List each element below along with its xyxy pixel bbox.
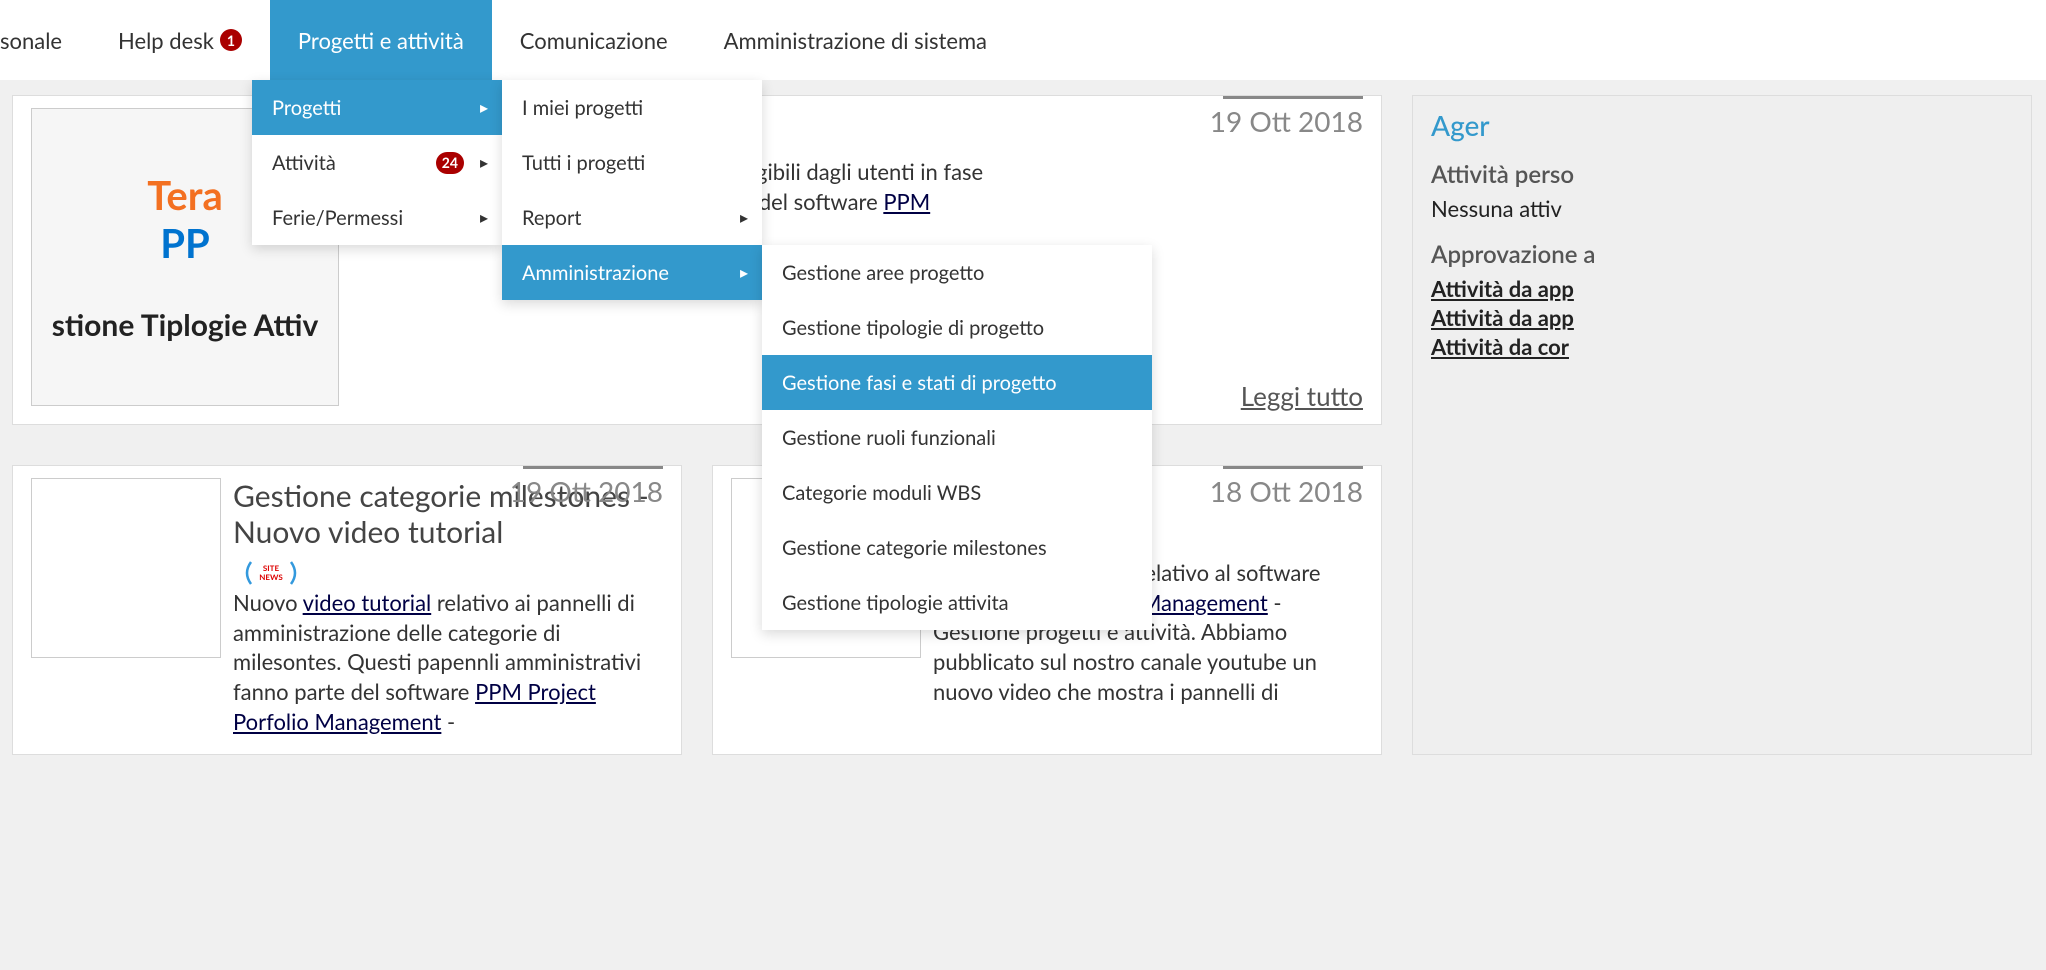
dropdown-level2: I miei progetti Tutti i progetti Report … [502, 80, 762, 300]
nav-item-sysadmin[interactable]: Amministrazione di sistema [696, 0, 1015, 80]
news-card: 19 Ott 2018 Gestione categorie milestone… [12, 465, 682, 755]
menu-projects[interactable]: Progetti [252, 80, 502, 135]
news-date: 19 Ott 2018 [510, 474, 663, 508]
read-more-link[interactable]: Leggi tutto [1241, 380, 1363, 412]
ppm-link[interactable]: PPM [883, 188, 930, 215]
nav-item-helpdesk[interactable]: Help desk 1 [90, 0, 270, 80]
menu-my-projects[interactable]: I miei progetti [502, 80, 762, 135]
sidebar-section-title: Approvazione a [1431, 240, 2013, 269]
news-date: 18 Ott 2018 [1210, 474, 1363, 508]
activities-badge: 24 [436, 152, 464, 174]
menu-label: Report [522, 206, 581, 230]
menu-report[interactable]: Report [502, 190, 762, 245]
nav-item-personal[interactable]: sonale [0, 0, 90, 80]
sidebar-link[interactable]: Attività da app [1431, 275, 2013, 302]
menu-activitytypes[interactable]: Gestione tipologie attivita [762, 575, 1152, 630]
top-nav: sonale Help desk 1 Progetti e attività C… [0, 0, 2046, 80]
menu-types[interactable]: Gestione tipologie di progetto [762, 300, 1152, 355]
menu-areas[interactable]: Gestione aree progetto [762, 245, 1152, 300]
menu-admin[interactable]: Amministrazione [502, 245, 762, 300]
sidebar-link[interactable]: Attività da cor [1431, 333, 2013, 360]
news-thumbnail[interactable] [31, 478, 221, 658]
menu-label: Progetti [272, 96, 341, 120]
video-tutorial-link[interactable]: video tutorial [303, 589, 432, 616]
menu-label: Ferie/Permessi [272, 206, 403, 230]
sidebar-section-title: Attività perso [1431, 160, 2013, 189]
menu-all-projects[interactable]: Tutti i progetti [502, 135, 762, 190]
news-date: 19 Ott 2018 [1210, 104, 1363, 138]
nav-item-comms[interactable]: Comunicazione [492, 0, 696, 80]
nav-item-projects[interactable]: Progetti e attività [270, 0, 492, 80]
svg-text:NEWS: NEWS [259, 572, 283, 582]
nav-item-label: Help desk [118, 27, 214, 54]
menu-wbs[interactable]: Categorie moduli WBS [762, 465, 1152, 520]
site-news-icon: SITE NEWS [241, 558, 301, 588]
agenda-sidebar: Ager Attività perso Nessuna attiv Approv… [1412, 95, 2032, 755]
menu-milestones[interactable]: Gestione categorie milestones [762, 520, 1152, 575]
sidebar-title: Ager [1431, 108, 2013, 142]
menu-label: Attività [272, 151, 336, 175]
dropdown-level3: Gestione aree progetto Gestione tipologi… [762, 245, 1152, 630]
dropdown-level1: Progetti Attività 24 Ferie/Permessi [252, 80, 502, 245]
menu-phases[interactable]: Gestione fasi e stati di progetto [762, 355, 1152, 410]
helpdesk-badge: 1 [220, 29, 242, 51]
news-text: Nuovo video tutorial relativo ai pannell… [233, 588, 663, 736]
menu-activities[interactable]: Attività 24 [252, 135, 502, 190]
menu-roles[interactable]: Gestione ruoli funzionali [762, 410, 1152, 465]
sidebar-text: Nessuna attiv [1431, 195, 2013, 222]
sidebar-link[interactable]: Attività da app [1431, 304, 2013, 331]
menu-vacation[interactable]: Ferie/Permessi [252, 190, 502, 245]
menu-label: Amministrazione [522, 261, 669, 285]
